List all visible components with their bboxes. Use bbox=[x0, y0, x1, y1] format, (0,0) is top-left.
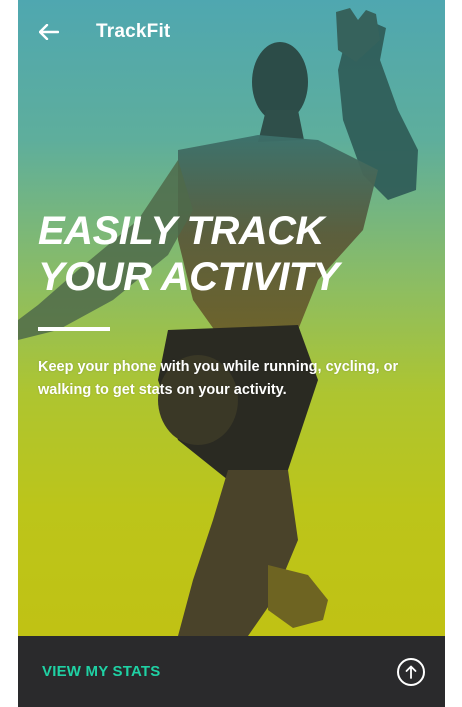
view-my-stats-button[interactable]: VIEW MY STATS bbox=[42, 663, 160, 680]
app-title: TrackFit bbox=[96, 21, 171, 42]
arrow-left-icon bbox=[39, 24, 59, 40]
hero-section: TrackFit EASILY TRACK YOUR ACTIVITY Keep… bbox=[18, 0, 445, 636]
scroll-up-button[interactable] bbox=[397, 657, 425, 686]
back-button[interactable] bbox=[36, 19, 62, 45]
headline-divider bbox=[38, 327, 110, 331]
headline-line-1: EASILY TRACK bbox=[38, 209, 324, 253]
app-bar: TrackFit bbox=[18, 0, 445, 64]
athlete-photo bbox=[18, 8, 418, 636]
headline-line-2: YOUR ACTIVITY bbox=[38, 255, 339, 299]
bottom-action-bar: VIEW MY STATS bbox=[18, 636, 445, 707]
hero-headline: EASILY TRACK YOUR ACTIVITY bbox=[38, 208, 438, 300]
arrow-up-circle-icon bbox=[405, 665, 417, 679]
hero-description: Keep your phone with you while running, … bbox=[38, 359, 399, 398]
app-screen: TrackFit EASILY TRACK YOUR ACTIVITY Keep… bbox=[18, 0, 445, 707]
